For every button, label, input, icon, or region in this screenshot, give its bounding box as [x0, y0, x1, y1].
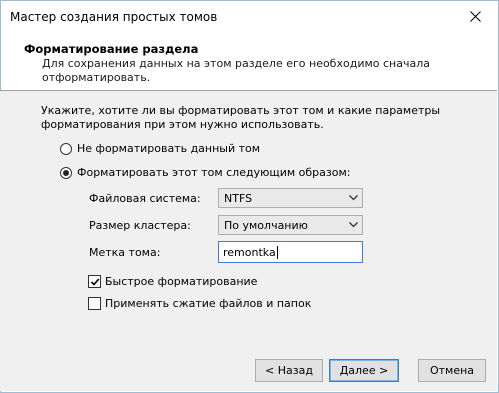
- radio-format-button[interactable]: [60, 166, 72, 179]
- close-button[interactable]: [452, 1, 498, 31]
- page-subtitle: Для сохранения данных на этом разделе ег…: [42, 57, 430, 84]
- wizard-header: Форматирование раздела Для сохранения да…: [1, 32, 498, 90]
- filesystem-label: Файловая система:: [89, 192, 201, 205]
- radio-format-label: Форматировать этот том следующим образом…: [77, 166, 351, 179]
- volume-label-input[interactable]: remontka: [218, 241, 363, 263]
- chevron-down-icon: [349, 222, 358, 228]
- volume-label-value: remontka: [223, 245, 276, 259]
- compression-label: Применять сжатие файлов и папок: [105, 297, 312, 310]
- checkbox-compression[interactable]: Применять сжатие файлов и папок: [88, 297, 311, 310]
- radio-no-format[interactable]: Не форматировать данный том: [60, 142, 260, 155]
- back-button[interactable]: < Назад: [255, 359, 323, 382]
- next-button-label: Далее >: [339, 364, 389, 377]
- cluster-select[interactable]: По умолчанию: [218, 215, 363, 235]
- back-button-label: < Назад: [265, 364, 313, 377]
- cluster-label: Размер кластера:: [89, 219, 191, 232]
- compression-checkbox[interactable]: [88, 297, 101, 310]
- window-title: Мастер создания простых томов: [10, 10, 218, 24]
- radio-format[interactable]: Форматировать этот том следующим образом…: [60, 166, 350, 179]
- radio-no-format-button[interactable]: [60, 142, 72, 155]
- radio-no-format-label: Не форматировать данный том: [77, 142, 261, 155]
- checkbox-quick-format[interactable]: Быстрое форматирование: [88, 275, 257, 288]
- close-icon: [469, 10, 481, 22]
- volume-label: Метка тома:: [89, 246, 161, 259]
- quick-format-checkbox[interactable]: [88, 275, 101, 288]
- filesystem-select[interactable]: NTFS: [218, 188, 363, 208]
- text-caret: [276, 245, 278, 259]
- cancel-button-label: Отмена: [429, 364, 475, 377]
- next-button[interactable]: Далее >: [329, 359, 399, 382]
- checkmark-icon: [90, 277, 99, 286]
- title-bar: Мастер создания простых томов: [1, 1, 498, 32]
- quick-format-label: Быстрое форматирование: [105, 275, 258, 288]
- cancel-button[interactable]: Отмена: [418, 359, 486, 382]
- chevron-down-icon: [349, 195, 358, 201]
- filesystem-value: NTFS: [224, 191, 253, 205]
- page-title: Форматирование раздела: [24, 42, 199, 56]
- intro-text: Укажите, хотите ли вы форматировать этот…: [41, 104, 441, 131]
- cluster-value: По умолчанию: [224, 218, 308, 232]
